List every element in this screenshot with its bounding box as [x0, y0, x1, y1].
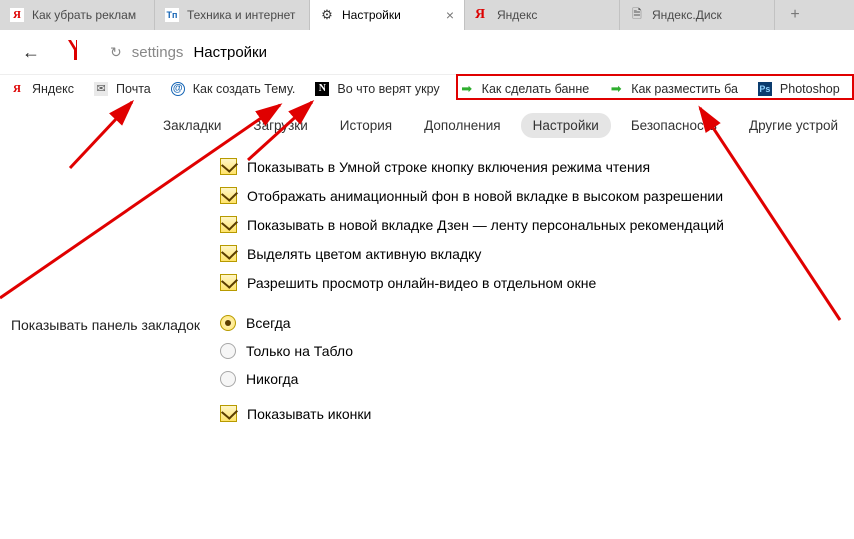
- nav-row: ← ↻ settings Настройки: [0, 30, 854, 74]
- radio-icon[interactable]: [220, 343, 236, 359]
- subnav-addons[interactable]: Дополнения: [412, 113, 512, 138]
- bookmark-banner[interactable]: Как сделать банне: [450, 75, 600, 103]
- tab-0[interactable]: Как убрать реклам: [0, 0, 155, 30]
- radio-tablo-only[interactable]: Только на Табло: [220, 343, 371, 359]
- subnav-bookmarks[interactable]: Закладки: [151, 113, 233, 138]
- subnav-history[interactable]: История: [328, 113, 404, 138]
- bookmark-at-icon: [171, 82, 185, 96]
- address-page-name: Настройки: [193, 44, 267, 61]
- checkbox-checked-icon[interactable]: [220, 274, 237, 291]
- bookmark-ps-icon: [758, 82, 772, 96]
- favicon-gear-icon: [320, 8, 334, 22]
- subnav-other[interactable]: Другие устрой: [737, 113, 850, 138]
- bookmarks-bar: Яндекс Почта Как создать Тему. Во что ве…: [0, 74, 854, 102]
- tab-close-icon[interactable]: ×: [446, 7, 454, 23]
- new-tab-button[interactable]: +: [775, 0, 815, 30]
- settings-subnav: Закладки Загрузки История Дополнения Нас…: [0, 102, 854, 148]
- tab-4[interactable]: Яндекс.Диск: [620, 0, 775, 30]
- bookmark-belief[interactable]: Во что верят укру: [305, 75, 449, 103]
- settings-group-bmpanel: Показывать панель закладок Всегда Только…: [10, 315, 844, 422]
- tab-title: Техника и интернет: [187, 8, 299, 22]
- opt-label: Показывать в новой вкладке Дзен — ленту …: [247, 217, 724, 233]
- bookmark-arrow-icon: [609, 82, 623, 96]
- bookmark-label: Почта: [116, 82, 151, 96]
- tab-title: Яндекс.Диск: [652, 8, 764, 22]
- bookmark-theme[interactable]: Как создать Тему.: [161, 75, 306, 103]
- yandex-logo-icon[interactable]: [66, 40, 84, 64]
- subnav-security[interactable]: Безопасность: [619, 113, 729, 138]
- radio-label: Никогда: [246, 371, 298, 387]
- checkbox-checked-icon[interactable]: [220, 158, 237, 175]
- bookmark-ya-icon: [10, 82, 24, 96]
- settings-body: Показывать в Умной строке кнопку включен…: [0, 148, 854, 422]
- group-label-bmpanel: Показывать панель закладок: [10, 315, 220, 422]
- bookmark-n-icon: [315, 82, 329, 96]
- group-label-empty: [10, 158, 220, 291]
- favicon-ya-icon: [10, 8, 24, 22]
- favicon-tp-icon: [165, 8, 179, 22]
- favicon-ya-red-icon: Я: [475, 8, 489, 22]
- checkbox-checked-icon[interactable]: [220, 245, 237, 262]
- radio-icon[interactable]: [220, 371, 236, 387]
- opt-label: Разрешить просмотр онлайн-видео в отдель…: [247, 275, 596, 291]
- radio-label: Всегда: [246, 315, 291, 331]
- checkbox-checked-icon[interactable]: [220, 187, 237, 204]
- opt-label: Показывать иконки: [247, 406, 371, 422]
- checkbox-checked-icon[interactable]: [220, 405, 237, 422]
- settings-group-view: Показывать в Умной строке кнопку включен…: [10, 158, 844, 291]
- opt-label: Выделять цветом активную вкладку: [247, 246, 481, 262]
- subnav-downloads[interactable]: Загрузки: [241, 113, 319, 138]
- subnav-settings[interactable]: Настройки: [521, 113, 611, 138]
- radio-selected-icon[interactable]: [220, 315, 236, 331]
- tab-title: Как убрать реклам: [32, 8, 144, 22]
- opt-reader-mode[interactable]: Показывать в Умной строке кнопку включен…: [220, 158, 724, 175]
- opt-label: Отображать анимационный фон в новой вкла…: [247, 188, 723, 204]
- opt-show-icons[interactable]: Показывать иконки: [220, 405, 371, 422]
- bookmark-label: Photoshop: [780, 82, 840, 96]
- bookmark-arrow-icon: [460, 82, 474, 96]
- tab-strip: Как убрать реклам Техника и интернет Нас…: [0, 0, 854, 30]
- bookmark-label: Яндекс: [32, 82, 74, 96]
- favicon-doc-icon: [630, 8, 644, 22]
- opt-zen-feed[interactable]: Показывать в новой вкладке Дзен — ленту …: [220, 216, 724, 233]
- radio-label: Только на Табло: [246, 343, 353, 359]
- url-arrow-icon: ↻: [110, 44, 122, 61]
- back-button[interactable]: ←: [22, 42, 40, 63]
- tab-3[interactable]: Я Яндекс: [465, 0, 620, 30]
- opt-animated-bg[interactable]: Отображать анимационный фон в новой вкла…: [220, 187, 724, 204]
- bookmark-mail-icon: [94, 82, 108, 96]
- tab-title: Настройки: [342, 8, 438, 22]
- checkbox-checked-icon[interactable]: [220, 216, 237, 233]
- opt-highlight-tab[interactable]: Выделять цветом активную вкладку: [220, 245, 724, 262]
- bookmark-photoshop[interactable]: Photoshop: [748, 75, 850, 103]
- bookmark-mail[interactable]: Почта: [84, 75, 161, 103]
- address-bar[interactable]: ↻ settings Настройки: [110, 44, 844, 61]
- bookmark-yandex[interactable]: Яндекс: [0, 75, 84, 103]
- opt-label: Показывать в Умной строке кнопку включен…: [247, 159, 650, 175]
- tab-1[interactable]: Техника и интернет: [155, 0, 310, 30]
- bookmark-label: Во что верят укру: [337, 82, 439, 96]
- bookmark-label: Как сделать банне: [482, 82, 590, 96]
- tab-2-active[interactable]: Настройки ×: [310, 0, 465, 30]
- opt-video-popup[interactable]: Разрешить просмотр онлайн-видео в отдель…: [220, 274, 724, 291]
- bookmark-place[interactable]: Как разместить ба: [599, 75, 748, 103]
- radio-never[interactable]: Никогда: [220, 371, 371, 387]
- radio-always[interactable]: Всегда: [220, 315, 371, 331]
- bookmark-label: Как создать Тему.: [193, 82, 296, 96]
- bookmark-label: Как разместить ба: [631, 82, 738, 96]
- address-path: settings: [132, 44, 184, 61]
- tab-title: Яндекс: [497, 8, 609, 22]
